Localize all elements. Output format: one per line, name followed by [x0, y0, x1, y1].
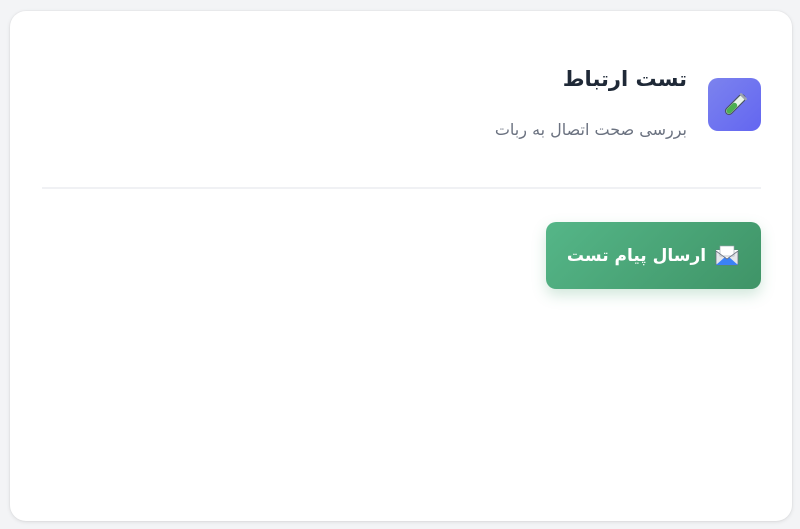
envelope-icon — [714, 243, 740, 269]
send-test-message-button[interactable]: ارسال پیام تست — [546, 222, 761, 289]
divider — [42, 187, 761, 189]
send-test-label: ارسال پیام تست — [566, 245, 707, 266]
connection-test-card: تست ارتباط بررسی صحت اتصال به ربات ارسال… — [10, 11, 792, 521]
card-header: تست ارتباط بررسی صحت اتصال به ربات — [41, 63, 761, 163]
card-subtitle: بررسی صحت اتصال به ربات — [494, 120, 687, 139]
test-tube-icon — [708, 78, 761, 131]
card-title: تست ارتباط — [562, 67, 687, 91]
